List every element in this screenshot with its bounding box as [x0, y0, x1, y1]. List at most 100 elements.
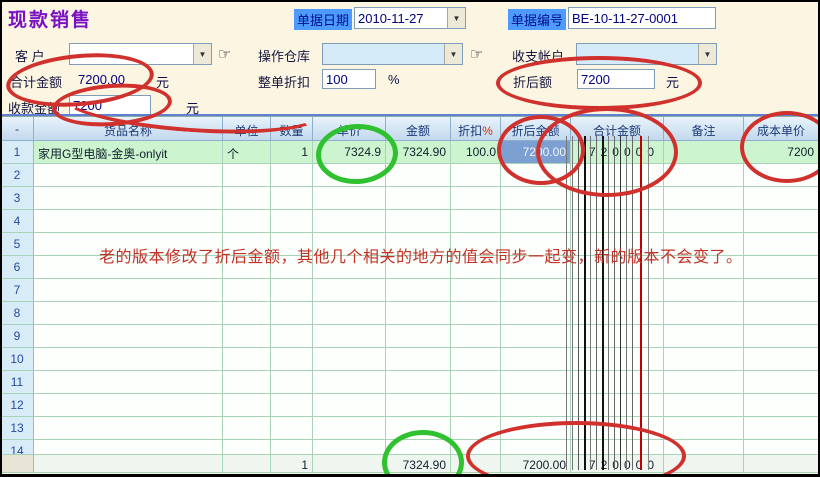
grid-cell-discounted_amount[interactable]: [501, 394, 571, 417]
grid-cell-price[interactable]: [313, 325, 386, 348]
grid-cell-cost_price[interactable]: [744, 256, 819, 279]
grid-cell-cost_price[interactable]: [744, 210, 819, 233]
column-header-qty[interactable]: 数量: [271, 117, 313, 141]
column-header-total_amount[interactable]: 合计金额: [571, 117, 664, 141]
grid-cell-price[interactable]: [313, 279, 386, 302]
column-header-discounted_amount[interactable]: 折后金额: [501, 117, 571, 141]
table-row[interactable]: 1家用G型电脑-金奥-onlyit个17324.97324.90100.0720…: [1, 141, 820, 164]
grid-cell-price[interactable]: [313, 210, 386, 233]
grid-cell-amount[interactable]: [386, 394, 451, 417]
column-header-product[interactable]: 货品名称: [34, 117, 223, 141]
grid-cell-rownum[interactable]: 12: [1, 394, 34, 417]
grid-cell-cost_price[interactable]: [744, 187, 819, 210]
grid-cell-unit[interactable]: [223, 325, 271, 348]
grid-cell-discounted_amount[interactable]: [501, 348, 571, 371]
grid-cell-remark[interactable]: [664, 187, 744, 210]
grid-cell-remark[interactable]: [664, 164, 744, 187]
grid-cell-amount[interactable]: [386, 210, 451, 233]
table-row[interactable]: 10: [1, 348, 820, 371]
grid-cell-total_amount[interactable]: [571, 279, 664, 302]
chevron-down-icon[interactable]: ▼: [447, 8, 465, 28]
grid-cell-unit[interactable]: [223, 210, 271, 233]
grid-cell-price[interactable]: [313, 455, 386, 473]
grid-cell-qty[interactable]: [271, 164, 313, 187]
grid-cell-discounted_amount[interactable]: [501, 371, 571, 394]
grid-cell-product[interactable]: [34, 455, 223, 473]
grid-cell-price[interactable]: [313, 394, 386, 417]
grid-cell-unit[interactable]: 个: [223, 141, 271, 164]
grid-cell-discount[interactable]: [451, 440, 501, 455]
grid-cell-unit[interactable]: [223, 187, 271, 210]
grid-cell-discount[interactable]: [451, 394, 501, 417]
table-row[interactable]: 11: [1, 371, 820, 394]
table-row[interactable]: 13: [1, 417, 820, 440]
grid-cell-unit[interactable]: [223, 279, 271, 302]
grid-cell-total_amount[interactable]: [571, 302, 664, 325]
grid-cell-qty[interactable]: [271, 371, 313, 394]
grid-cell-discount[interactable]: 100.0: [451, 141, 501, 164]
grid-cell-rownum[interactable]: [1, 455, 34, 473]
grid-cell-total_amount[interactable]: [571, 348, 664, 371]
column-header-cost_price[interactable]: 成本单价: [744, 117, 819, 141]
grid-cell-qty[interactable]: [271, 394, 313, 417]
column-header-amount[interactable]: 金额: [386, 117, 451, 141]
grid-cell-rownum[interactable]: 6: [1, 256, 34, 279]
column-header-remark[interactable]: 备注: [664, 117, 744, 141]
warehouse-combobox[interactable]: ▼: [322, 43, 463, 65]
grid-cell-amount[interactable]: [386, 164, 451, 187]
chevron-down-icon[interactable]: ▼: [193, 44, 211, 64]
grid-cell-cost_price[interactable]: [744, 394, 819, 417]
grid-cell-remark[interactable]: [664, 325, 744, 348]
grid-cell-product[interactable]: [34, 417, 223, 440]
hand-pointer-icon[interactable]: ☞: [218, 45, 231, 63]
grid-cell-discount[interactable]: [451, 371, 501, 394]
grid-cell-discounted_amount[interactable]: 7200.00: [501, 455, 571, 473]
grid-cell-price[interactable]: [313, 417, 386, 440]
account-combobox[interactable]: ▼: [576, 43, 717, 65]
grid-cell-total_amount[interactable]: [571, 417, 664, 440]
grid-cell-product[interactable]: [34, 325, 223, 348]
column-header-unit[interactable]: 单位: [223, 117, 271, 141]
grid-cell-product[interactable]: [34, 394, 223, 417]
grid-cell-product[interactable]: [34, 302, 223, 325]
grid-cell-amount[interactable]: [386, 417, 451, 440]
grid-cell-amount[interactable]: 7324.90: [386, 141, 451, 164]
grid-cell-discounted_amount[interactable]: [501, 302, 571, 325]
grid-cell-rownum[interactable]: 10: [1, 348, 34, 371]
grid-cell-product[interactable]: [34, 371, 223, 394]
grid-cell-discount[interactable]: [451, 164, 501, 187]
grid-cell-remark[interactable]: [664, 394, 744, 417]
grid-cell-cost_price[interactable]: [744, 455, 819, 473]
grid-cell-rownum[interactable]: 11: [1, 371, 34, 394]
grid-cell-price[interactable]: [313, 164, 386, 187]
grid-cell-qty[interactable]: 1: [271, 141, 313, 164]
grid-cell-rownum[interactable]: 5: [1, 233, 34, 256]
grid-cell-remark[interactable]: [664, 455, 744, 473]
grid-cell-amount[interactable]: [386, 325, 451, 348]
grid-cell-product[interactable]: [34, 440, 223, 455]
table-row[interactable]: 7: [1, 279, 820, 302]
grid-cell-qty[interactable]: [271, 302, 313, 325]
table-row[interactable]: 14: [1, 440, 820, 455]
grid-cell-price[interactable]: [313, 440, 386, 455]
grid-cell-rownum[interactable]: 8: [1, 302, 34, 325]
grid-cell-product[interactable]: [34, 279, 223, 302]
grid-cell-discounted_amount[interactable]: [501, 417, 571, 440]
grid-cell-discounted_amount[interactable]: [501, 279, 571, 302]
grid-cell-unit[interactable]: [223, 440, 271, 455]
grid-cell-qty[interactable]: [271, 325, 313, 348]
grid-cell-rownum[interactable]: 4: [1, 210, 34, 233]
grid-cell-discounted_amount[interactable]: [501, 440, 571, 455]
grid-cell-cost_price[interactable]: [744, 325, 819, 348]
grid-cell-price[interactable]: [313, 187, 386, 210]
grid-cell-total_amount[interactable]: [571, 325, 664, 348]
grid-cell-cost_price[interactable]: [744, 279, 819, 302]
grid-cell-remark[interactable]: [664, 141, 744, 164]
table-row[interactable]: 3: [1, 187, 820, 210]
grid-cell-qty[interactable]: [271, 279, 313, 302]
grid-cell-amount[interactable]: [386, 371, 451, 394]
doc-no-input[interactable]: [568, 7, 716, 29]
grid-cell-total_amount[interactable]: [571, 394, 664, 417]
grid-cell-qty[interactable]: [271, 440, 313, 455]
chevron-down-icon[interactable]: ▼: [698, 44, 716, 64]
